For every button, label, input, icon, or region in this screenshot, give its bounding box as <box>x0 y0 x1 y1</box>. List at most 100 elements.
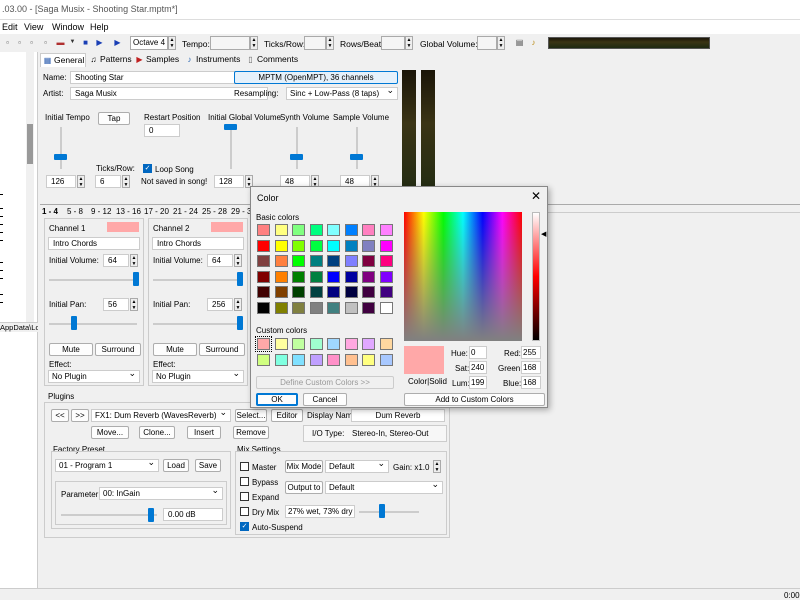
channel-tab-17-20[interactable]: 17 - 20 <box>144 207 169 216</box>
parameter-slider-thumb[interactable] <box>148 508 154 522</box>
basic-color-swatch[interactable] <box>344 270 358 283</box>
tempo-slider-thumb[interactable] <box>54 154 67 160</box>
basic-color-swatch[interactable] <box>379 286 393 298</box>
basic-color-swatch[interactable] <box>379 224 393 236</box>
bypass-checkbox[interactable] <box>240 477 249 486</box>
menu-window[interactable]: Window <box>52 22 84 32</box>
global-volume-thumb[interactable] <box>224 124 237 130</box>
tempo-spinner[interactable]: ▲ ▼ <box>77 175 85 188</box>
basic-color-swatch[interactable] <box>362 301 375 314</box>
custom-color-swatch[interactable] <box>362 353 375 366</box>
select-plugin-button[interactable]: Select... <box>235 409 267 422</box>
parameter-value-field[interactable]: 0.00 dB <box>163 508 223 521</box>
basic-color-swatch[interactable] <box>292 239 305 252</box>
tab-general[interactable]: ▦ General <box>40 53 86 67</box>
octave-field[interactable]: Octave 4 <box>130 36 168 50</box>
dry-mix-checkbox[interactable] <box>240 507 249 516</box>
channel-1-volume-field[interactable]: 64 <box>103 254 129 267</box>
channel-2-surround-button[interactable]: Surround <box>199 343 245 356</box>
custom-color-swatch[interactable] <box>379 353 393 366</box>
custom-color-swatch[interactable] <box>327 353 340 366</box>
auto-suspend-checkbox[interactable]: ✓ <box>240 522 249 531</box>
channel-2-mute-button[interactable]: Mute <box>153 343 197 356</box>
custom-color-swatch[interactable] <box>274 338 288 350</box>
basic-color-swatch[interactable] <box>292 286 305 298</box>
display-name-field[interactable]: Dum Reverb <box>351 409 445 422</box>
parameter-select[interactable]: 00: InGain <box>99 485 223 500</box>
basic-color-swatch[interactable] <box>292 301 305 314</box>
synth-volume-thumb[interactable] <box>290 154 303 160</box>
channel-1-effect-select[interactable]: No Plugin <box>48 368 140 383</box>
custom-color-swatch[interactable] <box>327 338 340 350</box>
channel-2-volume-thumb[interactable] <box>237 272 243 286</box>
mix-mode-select[interactable]: Default <box>325 458 389 473</box>
ok-button[interactable]: OK <box>256 393 298 406</box>
luminance-arrow-icon[interactable]: ◀ <box>541 230 546 238</box>
close-icon[interactable]: ✕ <box>529 189 543 203</box>
channel-2-name-field[interactable]: Intro Chords <box>152 237 244 250</box>
custom-color-swatch[interactable] <box>292 338 305 350</box>
basic-color-swatch[interactable] <box>257 224 270 236</box>
tap-button[interactable]: Tap <box>98 112 130 125</box>
gain-spinner[interactable]: ▲ ▼ <box>433 460 441 473</box>
channel-2-volume-field[interactable]: 64 <box>207 254 233 267</box>
menu-help[interactable]: Help <box>90 22 109 32</box>
octave-spinner[interactable]: ▲ ▼ <box>168 36 176 50</box>
tree-scrollbar[interactable] <box>26 52 34 327</box>
basic-color-swatch[interactable] <box>379 270 393 283</box>
custom-color-swatch[interactable] <box>362 338 375 350</box>
basic-color-swatch[interactable] <box>344 286 358 298</box>
basic-color-swatch[interactable] <box>274 239 288 252</box>
loop-song-checkbox[interactable]: ✓ <box>143 164 152 173</box>
red-field[interactable]: 255 <box>521 346 541 359</box>
basic-color-swatch[interactable] <box>362 270 375 283</box>
channel-tab-25-28[interactable]: 25 - 28 <box>202 207 227 216</box>
save-icon[interactable]: ▫ <box>26 37 37 48</box>
ticks-row-field[interactable]: 6 <box>95 175 121 188</box>
channel-2-color-swatch[interactable] <box>211 222 243 232</box>
stop-icon[interactable]: ■ <box>80 37 91 48</box>
save-preset-button[interactable]: Save <box>195 459 221 472</box>
new-icon[interactable]: ▫ <box>2 37 13 48</box>
basic-color-swatch[interactable] <box>344 224 358 236</box>
basic-color-swatch[interactable] <box>327 270 340 283</box>
basic-color-swatch[interactable] <box>327 239 340 252</box>
tab-samples[interactable]: ▶ Samples <box>133 53 179 67</box>
basic-color-swatch[interactable] <box>257 270 270 283</box>
basic-color-swatch[interactable] <box>362 255 375 267</box>
basic-color-swatch[interactable] <box>344 301 358 314</box>
basic-color-swatch[interactable] <box>309 286 323 298</box>
output-select[interactable]: Default <box>325 479 443 494</box>
menu-view[interactable]: View <box>24 22 43 32</box>
basic-color-swatch[interactable] <box>292 224 305 236</box>
channel-1-volume-spinner[interactable]: ▲ ▼ <box>130 254 138 267</box>
tempo-field[interactable]: 126 <box>46 175 76 188</box>
copy-icon[interactable]: ▫ <box>40 37 51 48</box>
global-volume-spinner[interactable]: ▲ ▼ <box>497 36 505 50</box>
channel-2-pan-thumb[interactable] <box>237 316 243 330</box>
basic-color-swatch[interactable] <box>257 286 270 298</box>
remove-button[interactable]: Remove <box>233 426 269 439</box>
channel-2-effect-select[interactable]: No Plugin <box>152 368 244 383</box>
basic-color-swatch[interactable] <box>274 224 288 236</box>
wet-dry-thumb[interactable] <box>379 504 385 518</box>
basic-color-swatch[interactable] <box>344 255 358 267</box>
channel-tab-1-4[interactable]: 1 - 4 <box>42 207 58 216</box>
basic-color-swatch[interactable] <box>309 270 323 283</box>
basic-color-swatch[interactable] <box>274 301 288 314</box>
global-volume-field[interactable]: 128 <box>214 175 244 188</box>
basic-color-swatch[interactable] <box>274 286 288 298</box>
basic-color-swatch[interactable] <box>257 255 270 267</box>
ticks-row-field[interactable] <box>304 36 326 50</box>
basic-color-swatch[interactable] <box>362 239 375 252</box>
global-volume-field[interactable] <box>477 36 497 50</box>
ticks-row-spinner[interactable]: ▲ ▼ <box>326 36 334 50</box>
midi-icon[interactable]: ▬ <box>55 37 66 48</box>
channel-tab-21-24[interactable]: 21 - 24 <box>173 207 198 216</box>
channel-1-surround-button[interactable]: Surround <box>95 343 141 356</box>
basic-color-swatch[interactable] <box>379 239 393 252</box>
restart-position-field[interactable]: 0 <box>144 124 180 137</box>
next-plugin-button[interactable]: >> <box>71 409 89 422</box>
menu-edit[interactable]: Edit <box>2 22 18 32</box>
channel-tab-5-8[interactable]: 5 - 8 <box>67 207 83 216</box>
